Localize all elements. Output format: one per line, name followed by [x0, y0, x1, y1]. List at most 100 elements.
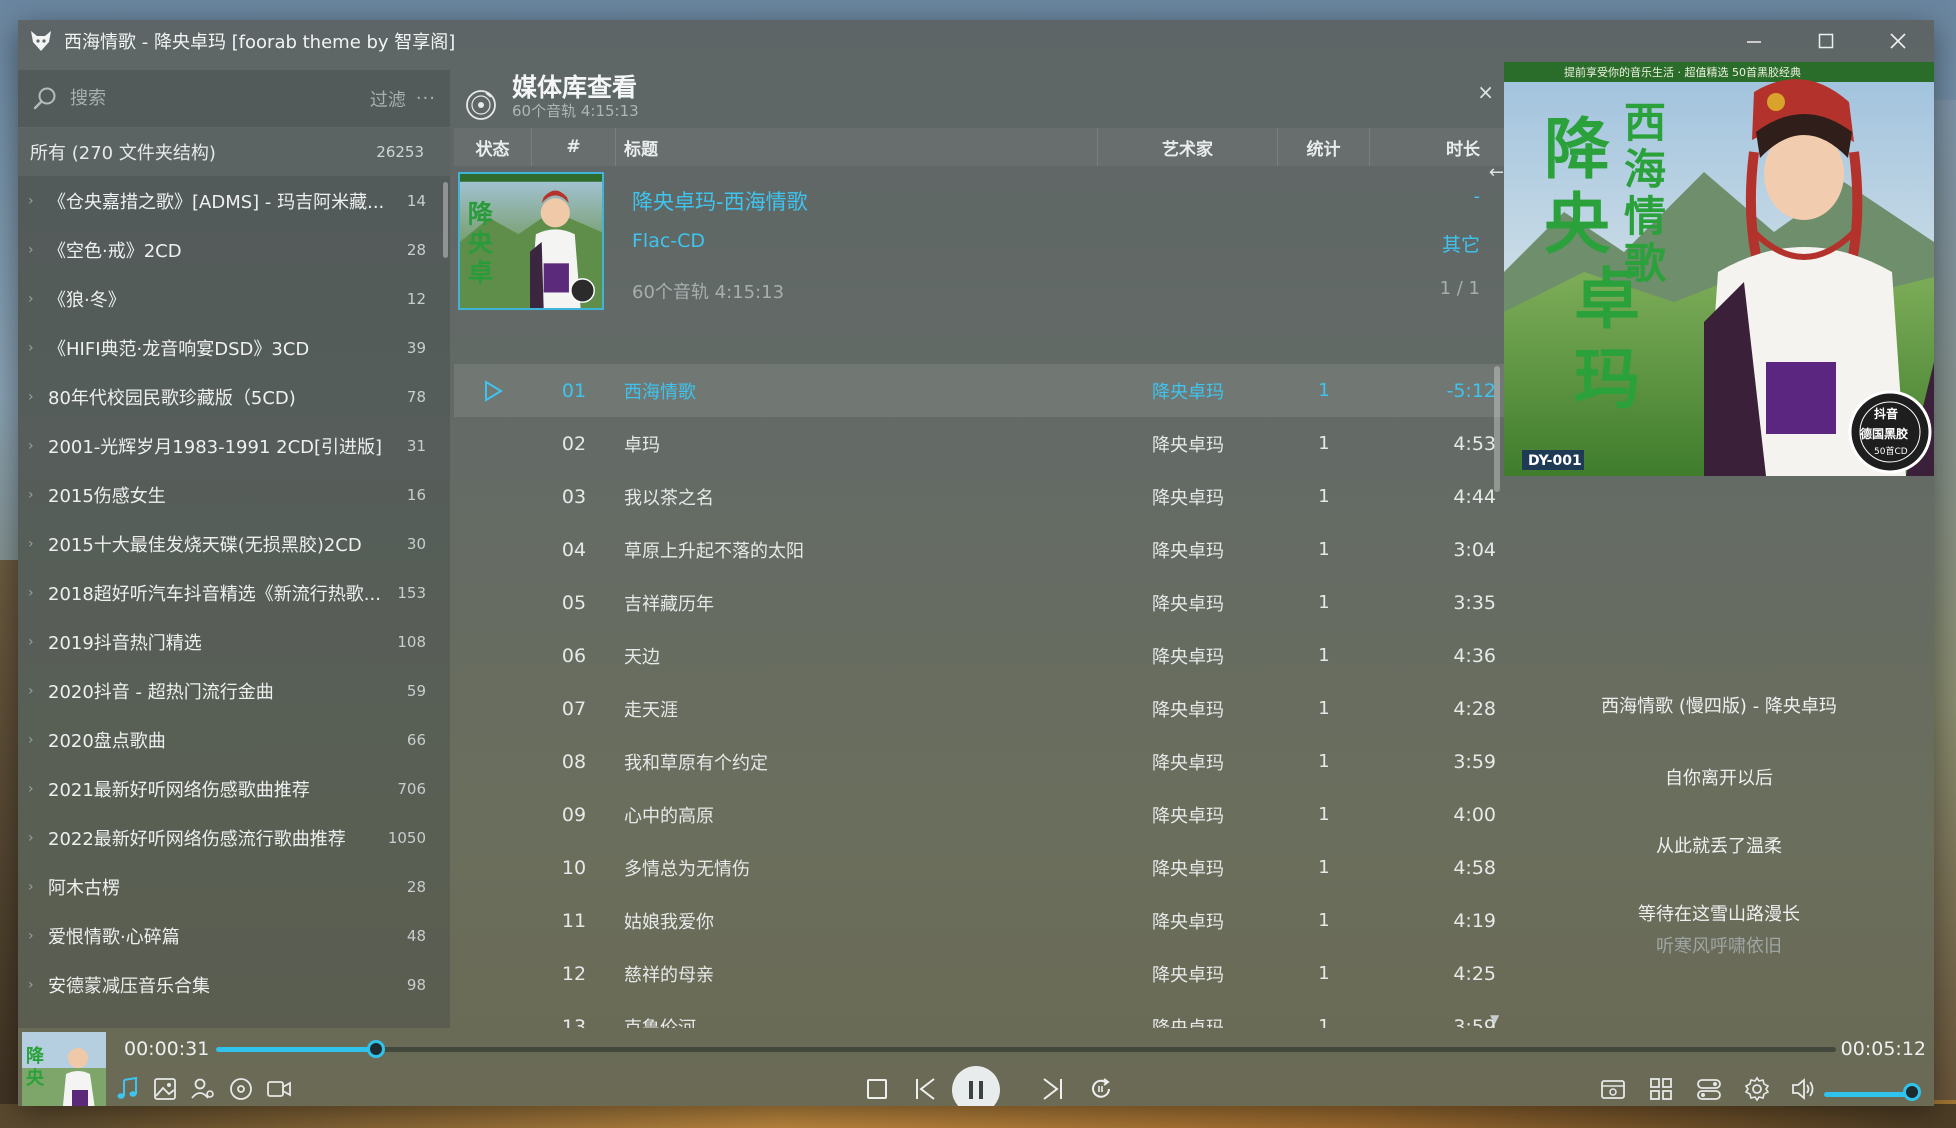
chevron-right-icon[interactable]: ›: [28, 536, 48, 552]
library-root-item[interactable]: 所有 (270 文件夹结构) 26253: [18, 128, 450, 176]
play-pause-button[interactable]: [952, 1066, 1000, 1106]
close-button[interactable]: [1862, 20, 1934, 62]
chevron-right-icon[interactable]: ›: [28, 683, 48, 699]
chevron-right-icon[interactable]: ›: [28, 487, 48, 503]
repeat-button[interactable]: [1084, 1072, 1118, 1106]
layout-button[interactable]: [1644, 1072, 1678, 1106]
track-duration: 4:58: [1453, 856, 1496, 879]
volume-button[interactable]: [1786, 1072, 1820, 1106]
chevron-right-icon[interactable]: ›: [28, 879, 48, 895]
chevron-right-icon[interactable]: ›: [28, 340, 48, 356]
column-title[interactable]: 标题: [616, 128, 1098, 166]
folder-item[interactable]: › 《HIFI典范·龙音响宴DSD》3CD 39: [18, 323, 450, 372]
track-row[interactable]: 01 西海情歌 降央卓玛 1 -5:12: [454, 364, 1504, 417]
album-title[interactable]: 降央卓玛-西海情歌: [632, 186, 808, 216]
track-number: 02: [561, 432, 587, 455]
track-row[interactable]: 13 克鲁伦河 降央卓玛 1 3:59: [454, 1000, 1504, 1029]
column-status[interactable]: 状态: [454, 128, 532, 166]
more-options-button[interactable]: ···: [416, 88, 436, 109]
track-play-count: 1: [1318, 486, 1330, 507]
track-row[interactable]: 07 走天涯 降央卓玛 1 4:28: [454, 682, 1504, 735]
column-number[interactable]: #: [532, 128, 616, 166]
folder-item[interactable]: › 《空色·戒》2CD 28: [18, 225, 450, 274]
library-close-button[interactable]: ×: [1477, 80, 1494, 104]
track-title: 草原上升起不落的太阳: [624, 540, 804, 562]
search-input[interactable]: [70, 88, 370, 109]
minimize-button[interactable]: [1718, 20, 1790, 62]
chevron-right-icon[interactable]: ›: [28, 438, 48, 454]
filter-button[interactable]: 过滤: [370, 86, 406, 112]
next-button[interactable]: [1036, 1072, 1070, 1106]
stop-button[interactable]: [860, 1072, 894, 1106]
folder-item[interactable]: › 《仓央嘉措之歌》[ADMS] - 玛吉阿米藏... 14: [18, 176, 450, 225]
folder-item[interactable]: › 2021最新好听网络伤感歌曲推荐 706: [18, 764, 450, 813]
column-duration[interactable]: 时长: [1370, 128, 1504, 166]
track-row[interactable]: 09 心中的高原 降央卓玛 1 4:00: [454, 788, 1504, 841]
folder-item[interactable]: › 80年代校园民歌珍藏版（5CD) 78: [18, 372, 450, 421]
toggle-panel-button[interactable]: [1692, 1072, 1726, 1106]
image-view-button[interactable]: [148, 1072, 182, 1106]
folder-item[interactable]: › 2001-光辉岁月1983-1991 2CD[引进版] 31: [18, 421, 450, 470]
track-row[interactable]: 03 我以茶之名 降央卓玛 1 4:44: [454, 470, 1504, 523]
seek-bar[interactable]: [216, 1040, 1836, 1058]
folder-item[interactable]: › 爱恨情歌·心碎篇 48: [18, 911, 450, 960]
chevron-right-icon[interactable]: ›: [28, 830, 48, 846]
chevron-right-icon[interactable]: ›: [28, 634, 48, 650]
track-row[interactable]: 12 慈祥的母亲 降央卓玛 1 4:25: [454, 947, 1504, 1000]
search-icon: [33, 87, 56, 109]
album-thumbnail[interactable]: 降 央 卓: [458, 172, 604, 310]
folder-item[interactable]: › 2015十大最佳发烧天碟(无损黑胶)2CD 30: [18, 519, 450, 568]
column-artist[interactable]: 艺术家: [1098, 128, 1278, 166]
track-row[interactable]: 06 天边 降央卓玛 1 4:36: [454, 629, 1504, 682]
volume-slider[interactable]: [1824, 1092, 1914, 1097]
folder-item[interactable]: › 2022最新好听网络伤感流行歌曲推荐 1050: [18, 813, 450, 862]
disc-view-button[interactable]: [224, 1072, 258, 1106]
folder-item[interactable]: › 2018超好听汽车抖音精选《新流行热歌... 153: [18, 568, 450, 617]
track-number: 11: [561, 909, 587, 932]
sidebar-scrollbar[interactable]: [443, 182, 448, 258]
folder-item[interactable]: › 2020抖音 - 超热门流行金曲 59: [18, 666, 450, 715]
track-row[interactable]: 10 多情总为无情伤 降央卓玛 1 4:58: [454, 841, 1504, 894]
previous-button[interactable]: [908, 1072, 942, 1106]
maximize-button[interactable]: [1790, 20, 1862, 62]
track-row[interactable]: 08 我和草原有个约定 降央卓玛 1 3:59: [454, 735, 1504, 788]
library-root-label: 所有 (270 文件夹结构): [30, 143, 216, 164]
chevron-right-icon[interactable]: ›: [28, 193, 48, 209]
column-stats[interactable]: 统计: [1278, 128, 1370, 166]
track-title: 多情总为无情伤: [624, 858, 750, 880]
folder-item[interactable]: › 安德蒙减压音乐合集 98: [18, 960, 450, 1009]
track-row[interactable]: 11 姑娘我爱你 降央卓玛 1 4:19: [454, 894, 1504, 947]
folder-item[interactable]: › 《狼·冬》 12: [18, 274, 450, 323]
settings-button[interactable]: [1740, 1072, 1774, 1106]
track-row[interactable]: 02 卓玛 降央卓玛 1 4:53: [454, 417, 1504, 470]
album-header-row[interactable]: 降 央 卓 降央卓玛-西海情歌 Flac-CD 60个音轨 4:15:13 - …: [454, 166, 1504, 310]
track-row[interactable]: 05 吉祥藏历年 降央卓玛 1 3:35: [454, 576, 1504, 629]
mini-album-cover[interactable]: 降 央: [22, 1032, 106, 1106]
track-list-scrollbar[interactable]: [1494, 366, 1500, 492]
chevron-right-icon[interactable]: ›: [28, 585, 48, 601]
scroll-down-arrow[interactable]: ▼: [1490, 1012, 1499, 1026]
seek-handle[interactable]: [367, 1040, 385, 1058]
video-view-button[interactable]: [262, 1072, 296, 1106]
track-play-count: 1: [1318, 433, 1330, 454]
volume-handle[interactable]: [1903, 1083, 1921, 1101]
chevron-right-icon[interactable]: ›: [28, 781, 48, 797]
chevron-right-icon[interactable]: ›: [28, 928, 48, 944]
folder-item[interactable]: › 2015伤感女生 16: [18, 470, 450, 519]
chevron-right-icon[interactable]: ›: [28, 389, 48, 405]
folder-name: 2021最新好听网络伤感歌曲推荐: [48, 779, 310, 801]
track-row[interactable]: 04 草原上升起不落的太阳 降央卓玛 1 3:04: [454, 523, 1504, 576]
folder-item[interactable]: › 2019抖音热门精选 108: [18, 617, 450, 666]
track-column-headers: 状态 # 标题 艺术家 统计 时长: [454, 128, 1504, 166]
chevron-right-icon[interactable]: ›: [28, 242, 48, 258]
visualizer-button[interactable]: [1596, 1072, 1630, 1106]
chevron-right-icon[interactable]: ›: [28, 291, 48, 307]
chevron-right-icon[interactable]: ›: [28, 977, 48, 993]
artist-view-button[interactable]: [186, 1072, 220, 1106]
title-bar[interactable]: 西海情歌 - 降央卓玛 [foorab theme by 智享阁]: [18, 20, 1934, 62]
folder-item[interactable]: › 阿木古楞 28: [18, 862, 450, 911]
svg-text:降: 降: [468, 200, 494, 229]
chevron-right-icon[interactable]: ›: [28, 732, 48, 748]
music-view-button[interactable]: [110, 1072, 144, 1106]
folder-item[interactable]: › 2020盘点歌曲 66: [18, 715, 450, 764]
